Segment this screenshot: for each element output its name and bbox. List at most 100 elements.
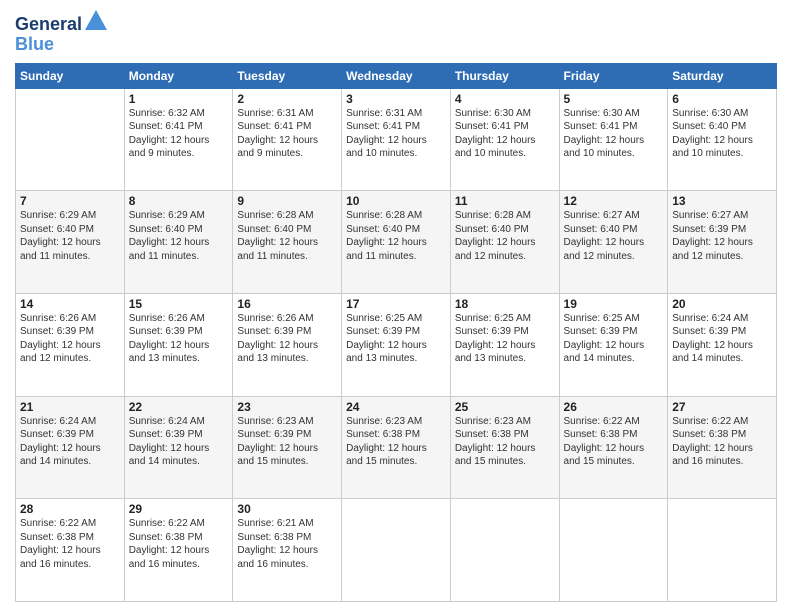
day-number: 20 [672, 297, 772, 311]
day-info: Sunrise: 6:30 AMSunset: 6:41 PMDaylight:… [564, 107, 664, 161]
day-info: Sunrise: 6:23 AMSunset: 6:39 PMDaylight:… [237, 415, 337, 469]
day-info: Sunrise: 6:24 AMSunset: 6:39 PMDaylight:… [672, 312, 772, 366]
day-info: Sunrise: 6:24 AMSunset: 6:39 PMDaylight:… [129, 415, 229, 469]
day-number: 29 [129, 502, 229, 516]
day-number: 13 [672, 194, 772, 208]
day-number: 3 [346, 92, 446, 106]
day-number: 5 [564, 92, 664, 106]
calendar-cell: 30Sunrise: 6:21 AMSunset: 6:38 PMDayligh… [233, 499, 342, 602]
day-info: Sunrise: 6:28 AMSunset: 6:40 PMDaylight:… [346, 209, 446, 263]
day-info: Sunrise: 6:24 AMSunset: 6:39 PMDaylight:… [20, 415, 120, 469]
calendar-week-row: 14 Sunrise: 6:26 AMSunset: 6:39 PMDayligh… [16, 293, 777, 396]
day-info: Sunrise: 6:28 AMSunset: 6:40 PMDaylight:… [455, 209, 555, 263]
day-number: 14 [20, 297, 120, 311]
logo: General Blue [15, 10, 107, 55]
day-number: 10 [346, 194, 446, 208]
day-number: 4 [455, 92, 555, 106]
page: General Blue SundayMondayTuesdayWednesda… [0, 0, 792, 612]
calendar-day-header: Wednesday [342, 63, 451, 88]
calendar-cell: 27Sunrise: 6:22 AMSunset: 6:38 PMDayligh… [668, 396, 777, 499]
calendar-day-header: Sunday [16, 63, 125, 88]
day-info: Sunrise: 6:22 AMSunset: 6:38 PMDaylight:… [672, 415, 772, 469]
calendar-cell [559, 499, 668, 602]
calendar-week-row: 28Sunrise: 6:22 AMSunset: 6:38 PMDayligh… [16, 499, 777, 602]
day-info: Sunrise: 6:25 AMSunset: 6:39 PMDaylight:… [455, 312, 555, 366]
calendar-cell: 13Sunrise: 6:27 AMSunset: 6:39 PMDayligh… [668, 191, 777, 294]
calendar-cell: 18Sunrise: 6:25 AMSunset: 6:39 PMDayligh… [450, 293, 559, 396]
header: General Blue [15, 10, 777, 55]
day-info: Sunrise: 6:29 AMSunset: 6:40 PMDaylight:… [20, 209, 120, 263]
calendar-cell: 23Sunrise: 6:23 AMSunset: 6:39 PMDayligh… [233, 396, 342, 499]
day-number: 9 [237, 194, 337, 208]
day-number: 15 [129, 297, 229, 311]
calendar-cell: 12Sunrise: 6:27 AMSunset: 6:40 PMDayligh… [559, 191, 668, 294]
day-info: Sunrise: 6:31 AMSunset: 6:41 PMDaylight:… [237, 107, 337, 161]
day-number: 24 [346, 400, 446, 414]
logo-word: General [15, 10, 107, 35]
day-info: Sunrise: 6:27 AMSunset: 6:40 PMDaylight:… [564, 209, 664, 263]
calendar-week-row: 7Sunrise: 6:29 AMSunset: 6:40 PMDaylight… [16, 191, 777, 294]
day-number: 7 [20, 194, 120, 208]
day-info: Sunrise: 6:26 AMSunset: 6:39 PMDaylight:… [237, 312, 337, 366]
day-info: Sunrise: 6:23 AMSunset: 6:38 PMDaylight:… [346, 415, 446, 469]
calendar-cell: 20Sunrise: 6:24 AMSunset: 6:39 PMDayligh… [668, 293, 777, 396]
day-info: Sunrise: 6:22 AMSunset: 6:38 PMDaylight:… [20, 517, 120, 571]
day-number: 23 [237, 400, 337, 414]
day-info: Sunrise: 6:23 AMSunset: 6:38 PMDaylight:… [455, 415, 555, 469]
calendar-cell: 16Sunrise: 6:26 AMSunset: 6:39 PMDayligh… [233, 293, 342, 396]
day-info: Sunrise: 6:29 AMSunset: 6:40 PMDaylight:… [129, 209, 229, 263]
day-number: 22 [129, 400, 229, 414]
day-number: 11 [455, 194, 555, 208]
day-number: 28 [20, 502, 120, 516]
day-number: 27 [672, 400, 772, 414]
calendar-day-header: Thursday [450, 63, 559, 88]
day-number: 19 [564, 297, 664, 311]
calendar-cell [450, 499, 559, 602]
day-info: Sunrise: 6:26 AMSunset: 6:39 PMDaylight:… [129, 312, 229, 366]
calendar-cell: 26Sunrise: 6:22 AMSunset: 6:38 PMDayligh… [559, 396, 668, 499]
calendar-table: SundayMondayTuesdayWednesdayThursdayFrid… [15, 63, 777, 602]
calendar-cell: 19Sunrise: 6:25 AMSunset: 6:39 PMDayligh… [559, 293, 668, 396]
calendar-cell: 25Sunrise: 6:23 AMSunset: 6:38 PMDayligh… [450, 396, 559, 499]
calendar-cell: 7Sunrise: 6:29 AMSunset: 6:40 PMDaylight… [16, 191, 125, 294]
calendar-cell: 28Sunrise: 6:22 AMSunset: 6:38 PMDayligh… [16, 499, 125, 602]
calendar-day-header: Saturday [668, 63, 777, 88]
calendar-cell: 2Sunrise: 6:31 AMSunset: 6:41 PMDaylight… [233, 88, 342, 191]
day-number: 8 [129, 194, 229, 208]
calendar-cell: 29Sunrise: 6:22 AMSunset: 6:38 PMDayligh… [124, 499, 233, 602]
day-number: 18 [455, 297, 555, 311]
day-info: Sunrise: 6:22 AMSunset: 6:38 PMDaylight:… [129, 517, 229, 571]
day-info: Sunrise: 6:25 AMSunset: 6:39 PMDaylight:… [564, 312, 664, 366]
logo-blue-text: Blue [15, 35, 107, 55]
calendar-cell: 24Sunrise: 6:23 AMSunset: 6:38 PMDayligh… [342, 396, 451, 499]
day-info: Sunrise: 6:25 AMSunset: 6:39 PMDaylight:… [346, 312, 446, 366]
day-number: 1 [129, 92, 229, 106]
day-info: Sunrise: 6:27 AMSunset: 6:39 PMDaylight:… [672, 209, 772, 263]
day-info: Sunrise: 6:31 AMSunset: 6:41 PMDaylight:… [346, 107, 446, 161]
day-info: Sunrise: 6:30 AMSunset: 6:41 PMDaylight:… [455, 107, 555, 161]
day-number: 30 [237, 502, 337, 516]
day-number: 21 [20, 400, 120, 414]
day-info: Sunrise: 6:28 AMSunset: 6:40 PMDaylight:… [237, 209, 337, 263]
day-number: 6 [672, 92, 772, 106]
calendar-cell: 22Sunrise: 6:24 AMSunset: 6:39 PMDayligh… [124, 396, 233, 499]
calendar-cell: 3Sunrise: 6:31 AMSunset: 6:41 PMDaylight… [342, 88, 451, 191]
calendar-cell: 21Sunrise: 6:24 AMSunset: 6:39 PMDayligh… [16, 396, 125, 499]
day-info: Sunrise: 6:30 AMSunset: 6:40 PMDaylight:… [672, 107, 772, 161]
calendar-cell: 10Sunrise: 6:28 AMSunset: 6:40 PMDayligh… [342, 191, 451, 294]
calendar-day-header: Monday [124, 63, 233, 88]
calendar-cell: 15Sunrise: 6:26 AMSunset: 6:39 PMDayligh… [124, 293, 233, 396]
day-info: Sunrise: 6:21 AMSunset: 6:38 PMDaylight:… [237, 517, 337, 571]
day-info: Sunrise: 6:32 AMSunset: 6:41 PMDaylight:… [129, 107, 229, 161]
day-number: 12 [564, 194, 664, 208]
calendar-week-row: 1Sunrise: 6:32 AMSunset: 6:41 PMDaylight… [16, 88, 777, 191]
calendar-cell [668, 499, 777, 602]
calendar-cell: 1Sunrise: 6:32 AMSunset: 6:41 PMDaylight… [124, 88, 233, 191]
calendar-cell: 9Sunrise: 6:28 AMSunset: 6:40 PMDaylight… [233, 191, 342, 294]
day-number: 26 [564, 400, 664, 414]
calendar-cell [342, 499, 451, 602]
calendar-cell: 4Sunrise: 6:30 AMSunset: 6:41 PMDaylight… [450, 88, 559, 191]
calendar-cell: 14Sunrise: 6:26 AMSunset: 6:39 PMDayligh… [16, 293, 125, 396]
calendar-cell: 11Sunrise: 6:28 AMSunset: 6:40 PMDayligh… [450, 191, 559, 294]
day-number: 25 [455, 400, 555, 414]
